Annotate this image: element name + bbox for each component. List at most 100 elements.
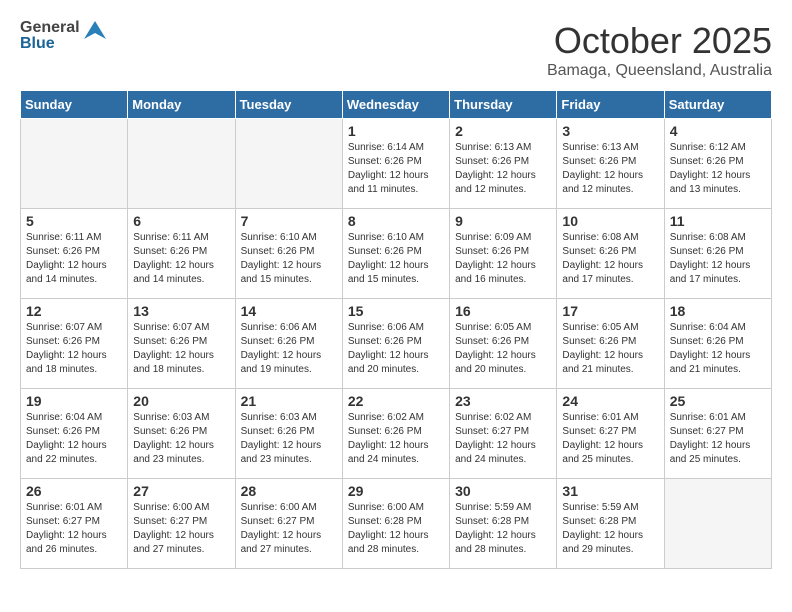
- weekday-header-friday: Friday: [557, 91, 664, 119]
- weekday-header-monday: Monday: [128, 91, 235, 119]
- calendar-cell: 1 Sunrise: 6:14 AM Sunset: 6:26 PM Daylig…: [342, 119, 449, 209]
- day-number: 5: [26, 213, 122, 229]
- day-info: Sunrise: 6:08 AM Sunset: 6:26 PM Dayligh…: [670, 231, 766, 287]
- calendar-cell: 7Sunrise: 6:10 AM Sunset: 6:26 PM Daylig…: [235, 209, 342, 299]
- day-info: Sunrise: 6:09 AM Sunset: 6:26 PM Dayligh…: [455, 231, 551, 287]
- weekday-header-tuesday: Tuesday: [235, 91, 342, 119]
- day-number: 2: [455, 123, 551, 139]
- calendar-cell: 23 Sunrise: 6:02 AM Sunset: 6:27 PM Dayli…: [450, 389, 557, 479]
- day-number: 16: [455, 303, 551, 319]
- week-row-3: 12 Sunrise: 6:07 AM Sunset: 6:26 PM Dayli…: [21, 299, 772, 389]
- calendar-cell: 2 Sunrise: 6:13 AM Sunset: 6:26 PM Daylig…: [450, 119, 557, 209]
- day-number: 8: [348, 213, 444, 229]
- logo-general: General: [20, 20, 80, 36]
- calendar-cell: 11 Sunrise: 6:08 AM Sunset: 6:26 PM Dayli…: [664, 209, 771, 299]
- location: Bamaga, Queensland, Australia: [547, 62, 772, 80]
- day-number: 1: [348, 123, 444, 139]
- weekday-header-sunday: Sunday: [21, 91, 128, 119]
- day-info: Sunrise: 6:05 AM Sunset: 6:26 PM Dayligh…: [562, 321, 658, 377]
- calendar-cell: 8Sunrise: 6:10 AM Sunset: 6:26 PM Daylig…: [342, 209, 449, 299]
- day-info: Sunrise: 6:04 AM Sunset: 6:26 PM Dayligh…: [670, 321, 766, 377]
- day-number: 15: [348, 303, 444, 319]
- logo: General Blue: [20, 20, 106, 52]
- day-info: Sunrise: 6:07 AM Sunset: 6:26 PM Dayligh…: [133, 321, 229, 377]
- month-title: October 2025: [547, 20, 772, 62]
- day-info: Sunrise: 6:00 AM Sunset: 6:28 PM Dayligh…: [348, 501, 444, 557]
- calendar-cell: 6 Sunrise: 6:11 AM Sunset: 6:26 PM Daylig…: [128, 209, 235, 299]
- calendar-cell: 24 Sunrise: 6:01 AM Sunset: 6:27 PM Dayli…: [557, 389, 664, 479]
- day-info: Sunrise: 6:04 AM Sunset: 6:26 PM Dayligh…: [26, 411, 122, 467]
- day-number: 6: [133, 213, 229, 229]
- calendar-cell: 15 Sunrise: 6:06 AM Sunset: 6:26 PM Dayli…: [342, 299, 449, 389]
- weekday-header-row: SundayMondayTuesdayWednesdayThursdayFrid…: [21, 91, 772, 119]
- day-info: Sunrise: 6:00 AM Sunset: 6:27 PM Dayligh…: [133, 501, 229, 557]
- calendar-cell: 13 Sunrise: 6:07 AM Sunset: 6:26 PM Dayli…: [128, 299, 235, 389]
- day-number: 4: [670, 123, 766, 139]
- day-info: Sunrise: 6:03 AM Sunset: 6:26 PM Dayligh…: [241, 411, 337, 467]
- day-number: 12: [26, 303, 122, 319]
- calendar-cell: 22Sunrise: 6:02 AM Sunset: 6:26 PM Dayli…: [342, 389, 449, 479]
- day-number: 3: [562, 123, 658, 139]
- week-row-5: 26 Sunrise: 6:01 AM Sunset: 6:27 PM Dayli…: [21, 479, 772, 569]
- day-number: 25: [670, 393, 766, 409]
- calendar-cell: 26 Sunrise: 6:01 AM Sunset: 6:27 PM Dayli…: [21, 479, 128, 569]
- day-info: Sunrise: 6:11 AM Sunset: 6:26 PM Dayligh…: [26, 231, 122, 287]
- day-number: 11: [670, 213, 766, 229]
- day-info: Sunrise: 6:06 AM Sunset: 6:26 PM Dayligh…: [348, 321, 444, 377]
- day-info: Sunrise: 6:01 AM Sunset: 6:27 PM Dayligh…: [26, 501, 122, 557]
- calendar-cell: 25 Sunrise: 6:01 AM Sunset: 6:27 PM Dayli…: [664, 389, 771, 479]
- day-number: 27: [133, 483, 229, 499]
- calendar-cell: 5 Sunrise: 6:11 AM Sunset: 6:26 PM Daylig…: [21, 209, 128, 299]
- calendar-cell: 14Sunrise: 6:06 AM Sunset: 6:26 PM Dayli…: [235, 299, 342, 389]
- logo-icon: [84, 21, 106, 44]
- day-number: 26: [26, 483, 122, 499]
- weekday-header-wednesday: Wednesday: [342, 91, 449, 119]
- day-number: 29: [348, 483, 444, 499]
- week-row-1: 1 Sunrise: 6:14 AM Sunset: 6:26 PM Daylig…: [21, 119, 772, 209]
- day-number: 21: [241, 393, 337, 409]
- calendar-cell: 28Sunrise: 6:00 AM Sunset: 6:27 PM Dayli…: [235, 479, 342, 569]
- day-number: 18: [670, 303, 766, 319]
- day-number: 13: [133, 303, 229, 319]
- calendar-cell: [128, 119, 235, 209]
- calendar-cell: 31Sunrise: 5:59 AM Sunset: 6:28 PM Dayli…: [557, 479, 664, 569]
- day-info: Sunrise: 5:59 AM Sunset: 6:28 PM Dayligh…: [455, 501, 551, 557]
- calendar-cell: [21, 119, 128, 209]
- calendar-cell: 30 Sunrise: 5:59 AM Sunset: 6:28 PM Dayli…: [450, 479, 557, 569]
- logo-blue: Blue: [20, 36, 80, 52]
- day-info: Sunrise: 6:00 AM Sunset: 6:27 PM Dayligh…: [241, 501, 337, 557]
- calendar-cell: 16Sunrise: 6:05 AM Sunset: 6:26 PM Dayli…: [450, 299, 557, 389]
- page-header: General Blue October 2025 Bamaga, Queens…: [20, 20, 772, 80]
- weekday-header-saturday: Saturday: [664, 91, 771, 119]
- calendar-cell: 17Sunrise: 6:05 AM Sunset: 6:26 PM Dayli…: [557, 299, 664, 389]
- day-info: Sunrise: 6:10 AM Sunset: 6:26 PM Dayligh…: [241, 231, 337, 287]
- calendar-cell: 27 Sunrise: 6:00 AM Sunset: 6:27 PM Dayli…: [128, 479, 235, 569]
- calendar-cell: 19Sunrise: 6:04 AM Sunset: 6:26 PM Dayli…: [21, 389, 128, 479]
- day-info: Sunrise: 6:13 AM Sunset: 6:26 PM Dayligh…: [455, 141, 551, 197]
- day-info: Sunrise: 6:01 AM Sunset: 6:27 PM Dayligh…: [562, 411, 658, 467]
- day-info: Sunrise: 6:02 AM Sunset: 6:27 PM Dayligh…: [455, 411, 551, 467]
- calendar-table: SundayMondayTuesdayWednesdayThursdayFrid…: [20, 90, 772, 569]
- day-info: Sunrise: 6:14 AM Sunset: 6:26 PM Dayligh…: [348, 141, 444, 197]
- title-area: October 2025 Bamaga, Queensland, Austral…: [547, 20, 772, 80]
- day-info: Sunrise: 6:11 AM Sunset: 6:26 PM Dayligh…: [133, 231, 229, 287]
- day-number: 20: [133, 393, 229, 409]
- day-info: Sunrise: 6:12 AM Sunset: 6:26 PM Dayligh…: [670, 141, 766, 197]
- calendar-cell: 12 Sunrise: 6:07 AM Sunset: 6:26 PM Dayli…: [21, 299, 128, 389]
- calendar-cell: 18 Sunrise: 6:04 AM Sunset: 6:26 PM Dayli…: [664, 299, 771, 389]
- calendar-cell: 20Sunrise: 6:03 AM Sunset: 6:26 PM Dayli…: [128, 389, 235, 479]
- day-number: 10: [562, 213, 658, 229]
- day-info: Sunrise: 6:02 AM Sunset: 6:26 PM Dayligh…: [348, 411, 444, 467]
- day-number: 23: [455, 393, 551, 409]
- day-number: 30: [455, 483, 551, 499]
- day-number: 24: [562, 393, 658, 409]
- weekday-header-thursday: Thursday: [450, 91, 557, 119]
- calendar-cell: [235, 119, 342, 209]
- day-info: Sunrise: 6:07 AM Sunset: 6:26 PM Dayligh…: [26, 321, 122, 377]
- day-info: Sunrise: 6:01 AM Sunset: 6:27 PM Dayligh…: [670, 411, 766, 467]
- day-number: 14: [241, 303, 337, 319]
- calendar-cell: 10Sunrise: 6:08 AM Sunset: 6:26 PM Dayli…: [557, 209, 664, 299]
- day-number: 9: [455, 213, 551, 229]
- day-number: 31: [562, 483, 658, 499]
- week-row-2: 5 Sunrise: 6:11 AM Sunset: 6:26 PM Daylig…: [21, 209, 772, 299]
